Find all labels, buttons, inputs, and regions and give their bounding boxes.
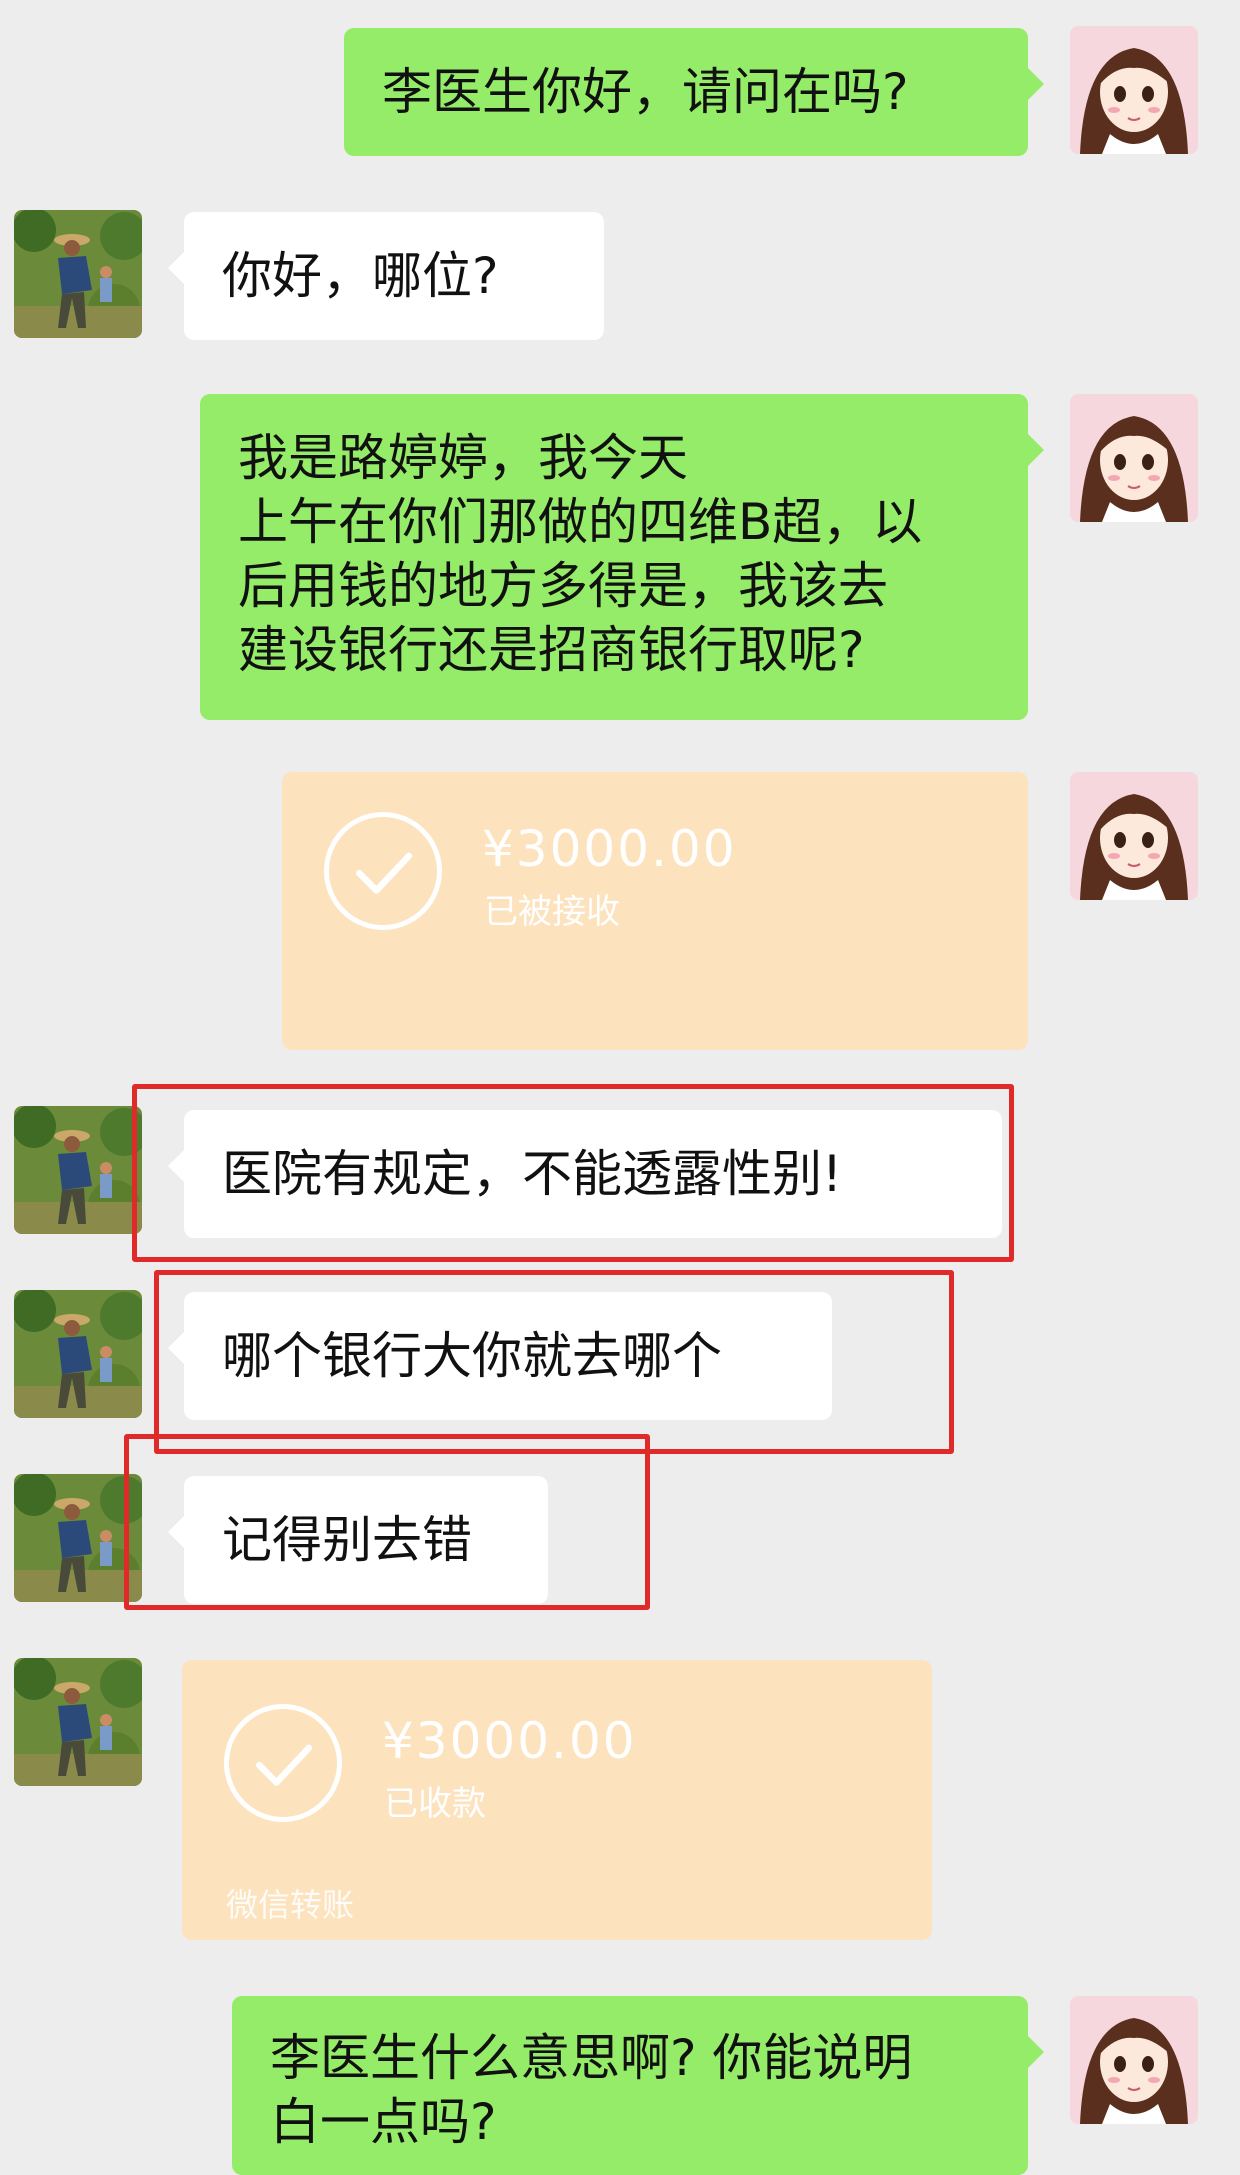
message-line: 后用钱的地方多得是，我该去 xyxy=(238,557,888,615)
message-bubble-received[interactable]: 医院有规定，不能透露性别! xyxy=(168,1110,1002,1238)
avatar[interactable] xyxy=(1070,1996,1198,2124)
check-circle-icon xyxy=(324,812,442,930)
message-line: 建设银行还是招商银行取呢? xyxy=(238,621,865,679)
transfer-amount: ¥3000.00 xyxy=(382,1712,637,1770)
cartoon-girl-avatar-icon xyxy=(1070,26,1198,154)
transfer-card-sent[interactable]: ¥3000.00 已被接收 xyxy=(282,772,1028,1050)
check-circle-icon xyxy=(224,1704,342,1822)
message-text: 你好，哪位? xyxy=(222,247,499,305)
message-line: 白一点吗? xyxy=(270,2093,497,2151)
farmer-photo-avatar-icon xyxy=(14,1106,142,1234)
avatar[interactable] xyxy=(14,1106,142,1234)
cartoon-girl-avatar-icon xyxy=(1070,772,1198,900)
transfer-card-received[interactable]: ¥3000.00 已收款 微信转账 xyxy=(182,1660,932,1940)
cartoon-girl-avatar-icon xyxy=(1070,1996,1198,2124)
message-text: 李医生你好，请问在吗? xyxy=(382,63,909,121)
avatar[interactable] xyxy=(1070,772,1198,900)
transfer-amount: ¥3000.00 xyxy=(482,820,737,878)
farmer-photo-avatar-icon xyxy=(14,1658,142,1786)
message-bubble-sent[interactable]: 李医生什么意思啊? 你能说明 白一点吗? xyxy=(232,1996,1044,2175)
avatar[interactable] xyxy=(14,1474,142,1602)
transfer-status: 已被接收 xyxy=(484,892,620,932)
farmer-photo-avatar-icon xyxy=(14,1474,142,1602)
message-line: 我是路婷婷，我今天 xyxy=(238,429,688,487)
avatar[interactable] xyxy=(1070,394,1198,522)
avatar[interactable] xyxy=(14,210,142,338)
message-bubble-sent[interactable]: 我是路婷婷，我今天 上午在你们那做的四维B超，以 后用钱的地方多得是，我该去 建… xyxy=(200,394,1044,720)
cartoon-girl-avatar-icon xyxy=(1070,394,1198,522)
message-line: 上午在你们那做的四维B超，以 xyxy=(238,493,923,551)
message-bubble-sent[interactable]: 李医生你好，请问在吗? xyxy=(344,28,1044,156)
avatar[interactable] xyxy=(1070,26,1198,154)
message-line: 李医生什么意思啊? 你能说明 xyxy=(270,2029,913,2087)
farmer-photo-avatar-icon xyxy=(14,210,142,338)
farmer-photo-avatar-icon xyxy=(14,1290,142,1418)
avatar[interactable] xyxy=(14,1290,142,1418)
message-bubble-received[interactable]: 记得别去错 xyxy=(168,1476,548,1604)
message-bubble-received[interactable]: 哪个银行大你就去哪个 xyxy=(168,1292,832,1420)
transfer-footer: 微信转账 xyxy=(226,1886,355,1924)
message-text: 记得别去错 xyxy=(222,1511,472,1569)
avatar[interactable] xyxy=(14,1658,142,1786)
message-text: 哪个银行大你就去哪个 xyxy=(222,1327,722,1385)
message-text: 医院有规定，不能透露性别! xyxy=(222,1145,843,1203)
transfer-status: 已收款 xyxy=(384,1784,486,1824)
message-bubble-received[interactable]: 你好，哪位? xyxy=(168,212,604,340)
